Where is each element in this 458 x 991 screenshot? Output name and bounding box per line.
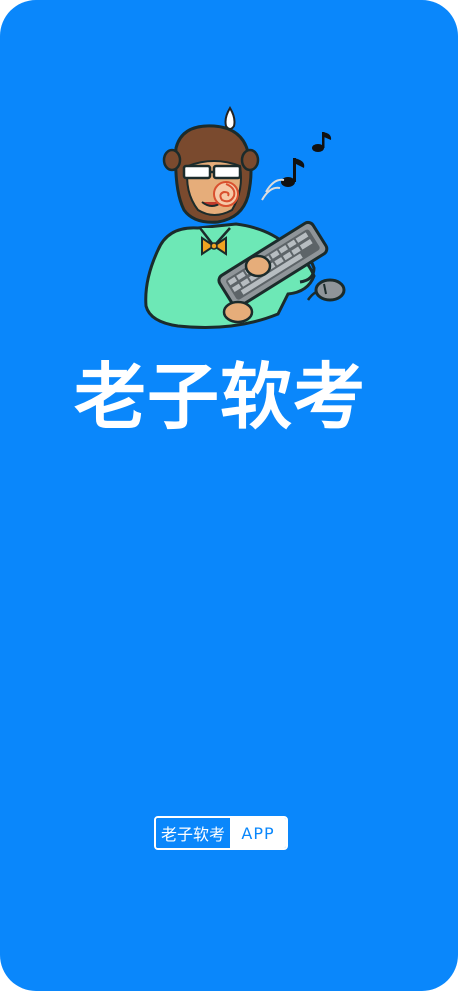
badge-app-label: APP bbox=[230, 818, 286, 848]
music-note-icon bbox=[281, 132, 332, 187]
monkey-mascot-icon bbox=[138, 100, 348, 336]
brand-badge: 老子软考 APP bbox=[154, 816, 288, 850]
splash-screen: 老子软考 老子软考 APP bbox=[0, 0, 458, 991]
app-title: 老子软考 bbox=[73, 355, 366, 439]
badge-name: 老子软考 bbox=[156, 818, 230, 848]
